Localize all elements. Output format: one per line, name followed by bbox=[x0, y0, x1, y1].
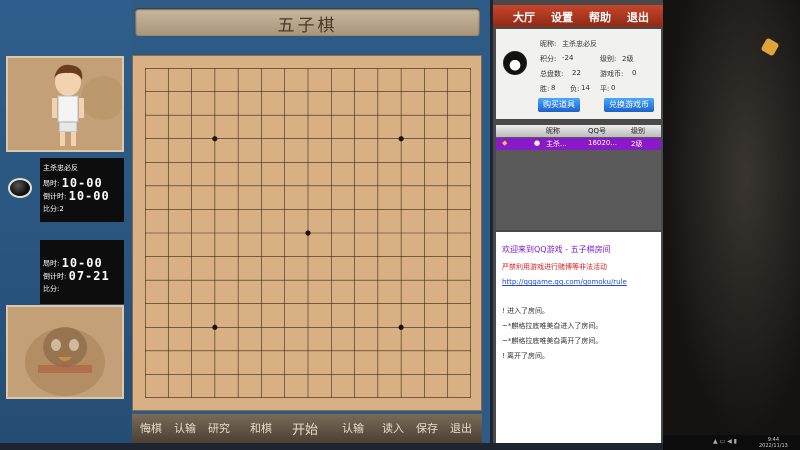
chat-welcome: 欢迎来到QQ游戏 - 五子棋房间 bbox=[502, 245, 611, 254]
level-value: 2级 bbox=[622, 55, 634, 63]
black-stone-icon bbox=[8, 178, 32, 198]
coins-label: 游戏币: bbox=[600, 70, 624, 78]
nickname-label: 昵称: bbox=[540, 40, 557, 48]
score-label: 比分: bbox=[43, 205, 60, 213]
star-point bbox=[212, 324, 218, 330]
penguin-icon bbox=[25, 327, 105, 396]
points-value: -24 bbox=[562, 54, 574, 62]
window-title: 五子棋 bbox=[277, 16, 338, 36]
lose-value: 14 bbox=[581, 84, 590, 92]
chat-line: ~*麒格拉底唯美旮离开了房间。 bbox=[502, 337, 603, 345]
study-button[interactable]: 研究 bbox=[208, 420, 230, 436]
player-top-avatar bbox=[6, 56, 125, 152]
chat-notice: 严禁利用游戏进行赌博等非法活动 bbox=[502, 263, 607, 271]
col-nickname[interactable]: 昵称 bbox=[546, 126, 560, 136]
menu-help[interactable]: 帮助 bbox=[589, 9, 611, 25]
col-level[interactable]: 级别 bbox=[631, 126, 645, 136]
score-label: 比分: bbox=[43, 285, 60, 293]
player-bottom-info: 局时: 10-00 倒计时: 07-21 比分: bbox=[40, 240, 124, 304]
player-top-name: 主杀忠必反 bbox=[43, 164, 78, 172]
win-value: 8 bbox=[551, 84, 556, 92]
menu-settings[interactable]: 设置 bbox=[551, 9, 573, 25]
player-bottom-countdown: 07-21 bbox=[68, 268, 110, 283]
player-top-score-row: 比分:2 bbox=[43, 202, 121, 217]
draw-button[interactable]: 和棋 bbox=[250, 420, 272, 436]
profile-box: 昵称: 主杀忠必反 积分: -24 级别: 2级 总盘数: 22 游戏币: 0 … bbox=[496, 29, 661, 119]
chat-log[interactable]: 欢迎来到QQ游戏 - 五子棋房间 严禁利用游戏进行赌博等非法活动 http://… bbox=[496, 232, 661, 443]
user-list-header: 昵称 QQ号 级别 bbox=[496, 125, 661, 137]
col-qq[interactable]: QQ号 bbox=[588, 126, 606, 136]
bottom-toolbar: 悔棋 认输 研究 和棋 开始 认输 读入 保存 退出 bbox=[132, 414, 482, 443]
player-top-info: 主杀忠必反 局时: 10-00 倒计时: 10-00 比分:2 bbox=[40, 158, 124, 222]
win-label: 胜: bbox=[540, 85, 550, 93]
board-grid[interactable] bbox=[145, 68, 471, 398]
chat-line: ! 进入了房间。 bbox=[502, 307, 550, 315]
player-avatar-icon bbox=[52, 64, 125, 146]
star-point bbox=[398, 136, 404, 142]
lobby-panel: 大厅 设置 帮助 退出 昵称: 主杀忠必反 积分: -24 级别: 2级 总盘数… bbox=[493, 0, 663, 443]
clock-date: 2022/11/13 bbox=[759, 443, 788, 449]
player-bottom-score-row: 比分: bbox=[43, 282, 121, 297]
star-point bbox=[398, 324, 404, 330]
player-bottom-avatar bbox=[6, 305, 124, 399]
nickname-value: 主杀忠必反 bbox=[562, 40, 597, 48]
table-row[interactable]: ◆ ● 主杀... 16020... 2级 bbox=[496, 138, 661, 150]
background-scene bbox=[663, 0, 800, 440]
menu-lobby[interactable]: 大厅 bbox=[513, 9, 535, 25]
chat-line: ~*麒格拉底唯美旮进入了房间。 bbox=[502, 322, 603, 330]
taskbar-clock[interactable]: 9:44 2022/11/13 bbox=[759, 437, 788, 449]
resign-button[interactable]: 认输 bbox=[342, 420, 364, 436]
quit-button[interactable]: 退出 bbox=[450, 420, 472, 436]
qq-penguin-icon bbox=[503, 51, 527, 75]
buy-items-button[interactable]: 购买道具 bbox=[538, 98, 580, 112]
coins-value: 0 bbox=[632, 69, 637, 77]
player-top-countdown: 10-00 bbox=[68, 188, 110, 203]
title-banner: 五子棋 bbox=[135, 8, 480, 36]
time-label: 局时: bbox=[43, 179, 60, 188]
exchange-coins-button[interactable]: 兑换游戏币 bbox=[604, 98, 654, 112]
row-nickname: 主杀... bbox=[546, 140, 567, 148]
total-label: 总盘数: bbox=[540, 70, 564, 78]
draw-label: 平: bbox=[600, 85, 610, 93]
row-qq: 16020... bbox=[588, 139, 617, 147]
gomoku-board[interactable] bbox=[132, 55, 482, 411]
vip-icon: ◆ bbox=[502, 139, 508, 147]
star-point bbox=[212, 136, 218, 142]
tray-icons[interactable]: ▲ ▭ ◀ ▮ bbox=[713, 438, 737, 445]
level-label: 级别: bbox=[600, 55, 617, 63]
countdown-label: 倒计时: bbox=[43, 192, 67, 200]
star-point bbox=[305, 230, 311, 236]
load-button[interactable]: 读入 bbox=[382, 420, 404, 436]
chat-line: ! 离开了房间。 bbox=[502, 352, 550, 360]
start-button[interactable]: 开始 bbox=[292, 419, 318, 438]
total-value: 22 bbox=[572, 69, 581, 77]
countdown-label: 倒计时: bbox=[43, 272, 67, 280]
chat-link[interactable]: http://qqgame.qq.com/gomoku/rule bbox=[502, 278, 627, 286]
undo-button[interactable]: 悔棋 bbox=[140, 420, 162, 436]
points-label: 积分: bbox=[540, 55, 557, 63]
menu-exit[interactable]: 退出 bbox=[627, 9, 649, 25]
lose-label: 负: bbox=[570, 85, 580, 93]
game-window: 五子棋 主杀忠必反 局时: 10-00 倒计时: 10-00 比分:2 局时: … bbox=[0, 0, 490, 443]
time-label: 局时: bbox=[43, 259, 60, 268]
game-icon[interactable] bbox=[760, 37, 780, 57]
penguin-icon: ● bbox=[534, 139, 541, 147]
user-list: 昵称 QQ号 级别 ◆ ● 主杀... 16020... 2级 bbox=[496, 125, 661, 230]
row-level: 2级 bbox=[631, 140, 643, 148]
player-top-score: 2 bbox=[59, 205, 64, 213]
resign-small-button[interactable]: 认输 bbox=[174, 420, 196, 436]
taskbar: ▲ ▭ ◀ ▮ 9:44 2022/11/13 bbox=[663, 435, 800, 450]
draw-value: 0 bbox=[611, 84, 616, 92]
save-button[interactable]: 保存 bbox=[416, 420, 438, 436]
menu-bar: 大厅 设置 帮助 退出 bbox=[493, 5, 663, 27]
